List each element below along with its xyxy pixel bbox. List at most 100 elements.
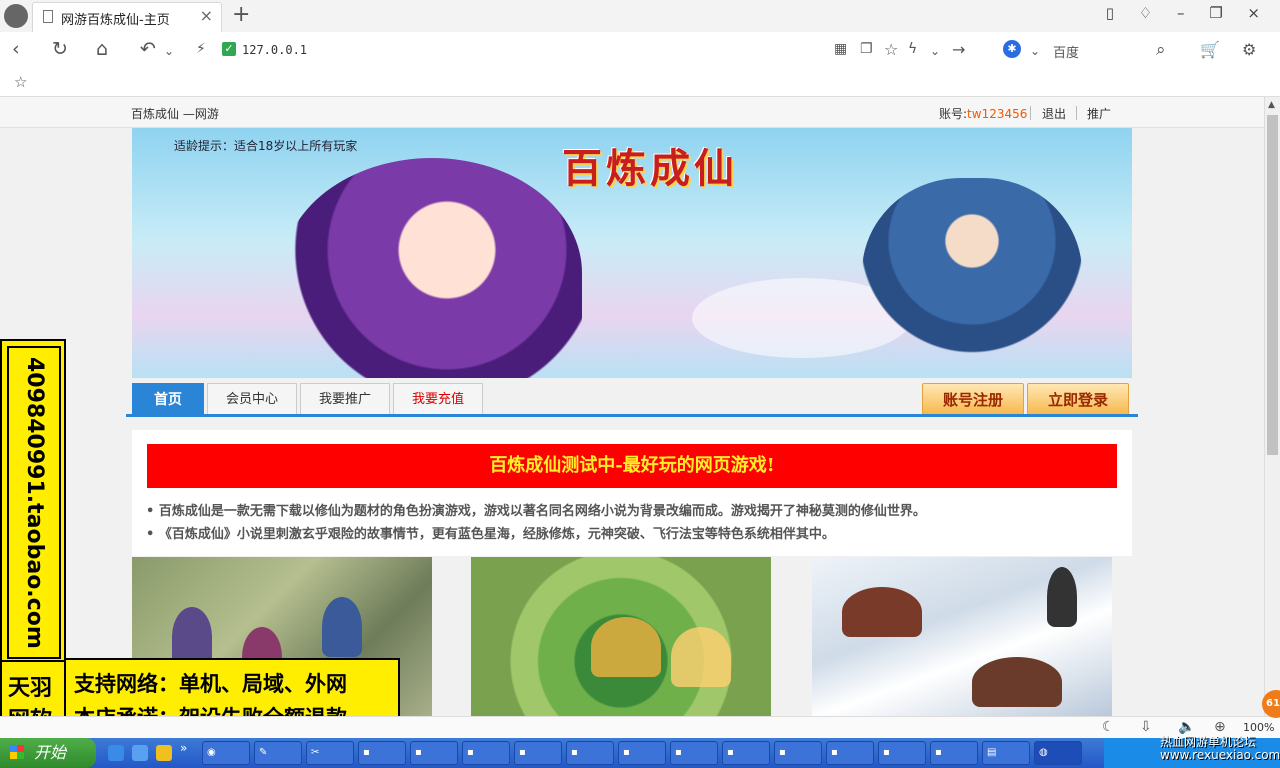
web-page: 百炼成仙 —网游 账号:tw123456 退出 推广 适龄提示：适合18岁以上所… — [0, 97, 1264, 716]
home-icon[interactable]: ⌂ — [96, 38, 108, 60]
vertical-scrollbar[interactable]: ▲ — [1264, 97, 1280, 716]
star-icon[interactable]: ☆ — [884, 40, 898, 59]
headline-banner: 百炼成仙测试中-最好玩的网页游戏! — [147, 444, 1117, 488]
description-line: • 百炼成仙是一款无需下载以修仙为题材的角色扮演游戏，游戏以著名同名网络小说为背… — [146, 504, 926, 519]
address-bar[interactable]: 127.0.0.1 — [242, 43, 307, 57]
character-figure — [322, 597, 362, 657]
ad-url: 409840991.taobao.com — [22, 356, 47, 649]
tab-home[interactable]: 首页 — [132, 383, 204, 415]
taskbar-window[interactable]: ▪ — [826, 741, 874, 765]
taskbar-window[interactable]: ▪ — [618, 741, 666, 765]
tab-promote[interactable]: 我要推广 — [300, 383, 390, 415]
scrollbar-thumb[interactable] — [1267, 115, 1278, 455]
register-button[interactable]: 账号注册 — [922, 383, 1024, 415]
scroll-up-icon[interactable]: ▲ — [1268, 100, 1275, 110]
description-line: • 《百炼成仙》小说里刺激玄乎艰险的故事情节，更有蓝色星海，经脉修炼，元神突破、… — [146, 527, 835, 542]
baidu-icon[interactable]: ✱ — [1003, 40, 1021, 58]
back-icon[interactable]: ‹ — [12, 38, 20, 60]
search-input[interactable]: 百度 — [1053, 42, 1079, 61]
carriage-figure — [842, 587, 922, 637]
search-icon[interactable]: ⌕ — [1156, 40, 1166, 60]
cart-icon[interactable]: 🛒 — [1200, 40, 1220, 59]
quicklaunch-icon[interactable] — [156, 745, 172, 761]
speed-icon: ⚡ — [196, 41, 206, 57]
start-button[interactable]: 开始 — [0, 738, 96, 768]
reload-icon[interactable]: ↻ — [52, 38, 68, 60]
taskbar-window-active[interactable]: ◍ — [1034, 741, 1082, 765]
game-banner: 适龄提示：适合18岁以上所有玩家 百炼成仙 — [132, 128, 1132, 378]
favorites-star-icon[interactable]: ☆ — [14, 73, 27, 91]
secure-check-icon: ✓ — [222, 42, 236, 56]
ad-vertical-banner: 409840991.taobao.com — [0, 339, 66, 664]
promote-link[interactable]: 推广 — [1087, 105, 1111, 122]
lightning-icon[interactable]: ϟ — [908, 41, 917, 57]
chevron-down-icon[interactable]: ⌄ — [164, 44, 174, 58]
window-controls[interactable]: ▯ ♢ – ❐ × — [1106, 4, 1270, 22]
taskbar-window[interactable]: ▪ — [878, 741, 926, 765]
carriage-figure — [972, 657, 1062, 707]
download-icon[interactable]: ⇩ — [1140, 719, 1152, 735]
ie-icon[interactable] — [108, 745, 124, 761]
nav-underline — [126, 414, 1138, 417]
divider — [1076, 106, 1077, 120]
browser-logo-icon[interactable] — [4, 4, 28, 28]
taskbar-window[interactable]: ▪ — [462, 741, 510, 765]
page-icon — [43, 10, 53, 23]
tab-title: 网游百炼成仙-主页 — [61, 13, 170, 28]
account-label: 账号: — [939, 107, 968, 121]
taskbar-window[interactable]: ✎ — [254, 741, 302, 765]
notice-panel: 百炼成仙测试中-最好玩的网页游戏! • 百炼成仙是一款无需下载以修仙为题材的角色… — [132, 430, 1132, 556]
close-tab-icon[interactable]: × — [200, 6, 213, 25]
character-figure — [1047, 567, 1077, 627]
taskbar-window[interactable]: ▪ — [930, 741, 978, 765]
browser-toolbar: ‹ ↻ ⌂ ↶ ⌄ ⚡ ✓ 127.0.0.1 ▦ ❐ ☆ ϟ ⌄ → ✱ ⌄ … — [0, 32, 1280, 70]
taskbar-window[interactable]: ✂ — [306, 741, 354, 765]
account-user[interactable]: tw123456 — [967, 107, 1027, 121]
copy-icon[interactable]: ❐ — [860, 41, 873, 57]
game-logo: 百炼成仙 — [562, 145, 738, 192]
screenshot-thumbnail[interactable] — [471, 557, 771, 716]
taskbar-window[interactable]: ▪ — [410, 741, 458, 765]
windows-taskbar: 开始 » ◉ ✎ ✂ ▪ ▪ ▪ ▪ ▪ ▪ ▪ ▪ ▪ ▪ ▪ ▪ ▤ ◍ 热… — [0, 735, 1280, 768]
browser-tab[interactable]: 网游百炼成仙-主页 × — [32, 2, 222, 32]
ad-promo-line: 支持网络：单机、局域、外网 — [74, 671, 347, 696]
chevron-down-icon[interactable]: ⌄ — [1030, 44, 1040, 58]
taskbar-window[interactable]: ▪ — [514, 741, 562, 765]
login-button[interactable]: 立即登录 — [1027, 383, 1129, 415]
winged-character — [591, 617, 661, 677]
site-name[interactable]: 百炼成仙 —网游 — [131, 105, 219, 122]
night-mode-icon[interactable]: ☾ — [1102, 719, 1115, 735]
taskbar-window[interactable]: ▪ — [566, 741, 614, 765]
start-label: 开始 — [34, 743, 67, 762]
age-notice: 适龄提示：适合18岁以上所有玩家 — [174, 139, 358, 153]
tab-recharge[interactable]: 我要充值 — [393, 383, 483, 415]
taskbar-window[interactable]: ▪ — [774, 741, 822, 765]
screenshot-thumbnail[interactable] — [812, 557, 1112, 716]
winged-character — [671, 627, 731, 687]
chevron-icon[interactable]: » — [180, 741, 196, 757]
browser-status-bar: ☾ ⇩ 🔈 ⊕ 100% — [0, 716, 1280, 739]
heroine-illustration — [282, 158, 582, 378]
ad-vertical-frame: 409840991.taobao.com — [7, 346, 61, 659]
windows-flag-icon — [10, 745, 24, 759]
forward-arrow-icon[interactable]: → — [952, 40, 965, 59]
divider — [1030, 106, 1031, 120]
qr-icon[interactable]: ▦ — [834, 41, 847, 57]
taskbar-window[interactable]: ▪ — [358, 741, 406, 765]
settings-icon[interactable]: ⚙ — [1242, 40, 1256, 59]
logout-link[interactable]: 退出 — [1042, 105, 1066, 122]
new-tab-icon[interactable]: + — [232, 2, 250, 27]
taskbar-window[interactable]: ◉ — [202, 741, 250, 765]
account-info: 账号:tw123456 — [939, 105, 1027, 122]
hero-illustration — [862, 178, 1082, 378]
favorites-bar: ☆ — [0, 70, 1280, 97]
top-strip: 百炼成仙 —网游 账号:tw123456 退出 推广 — [0, 97, 1264, 128]
undo-icon[interactable]: ↶ — [140, 38, 156, 60]
tab-member-center[interactable]: 会员中心 — [207, 383, 297, 415]
taskbar-window[interactable]: ▤ — [982, 741, 1030, 765]
chevron-down-icon[interactable]: ⌄ — [930, 44, 940, 58]
ad-brand-line: 天羽 — [8, 675, 53, 701]
taskbar-window[interactable]: ▪ — [722, 741, 770, 765]
browser-quicklaunch-icon[interactable] — [132, 745, 148, 761]
taskbar-window[interactable]: ▪ — [670, 741, 718, 765]
